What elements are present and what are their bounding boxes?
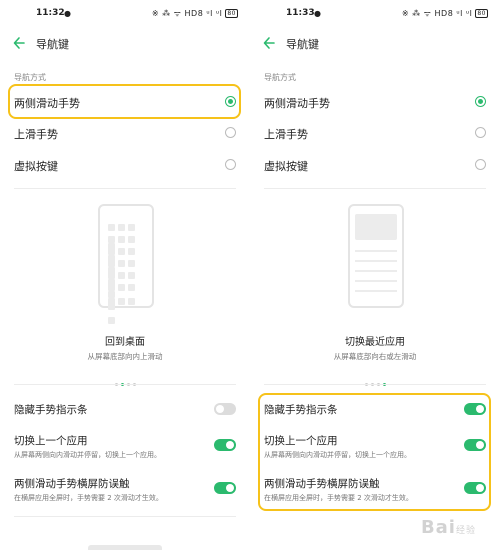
option-two-side-swipe[interactable]: 两侧滑动手势 <box>250 90 500 114</box>
setting-title: 切换上一个应用 <box>14 435 88 447</box>
setting-description: 在横屏应用全屏时，手势需要 2 次滑动才生效。 <box>264 494 413 502</box>
setting-switch-previous-app: 切换上一个应用 从屏幕两侧向内滑动并停留，切换上一个应用。 <box>0 433 250 469</box>
watermark-small: 经验 <box>455 526 476 536</box>
option-label: 虚拟按键 <box>14 160 58 173</box>
section-title: 导航方式 <box>264 73 296 82</box>
app-header: 导航键 <box>250 34 500 54</box>
status-bar: 11:32 ● ※ ⁂ ᯤ HD8 ᵘl ᵘl 80 <box>0 6 250 22</box>
setting-description: 从屏幕两侧向内滑动并停留，切换上一个应用。 <box>264 451 411 459</box>
setting-landscape-anti-mistouch: 两侧滑动手势横屏防误触 在横屏应用全屏时，手势需要 2 次滑动才生效。 <box>250 476 500 512</box>
signal-wifi-icons: ※ ⁂ ᯤ HD8 ᵘl ᵘl <box>151 9 223 18</box>
status-time: 11:33 <box>286 8 315 18</box>
preview-subcaption: 从屏幕底部向右或左滑动 <box>333 352 417 361</box>
option-label: 两侧滑动手势 <box>14 97 80 110</box>
page-title: 导航键 <box>36 38 69 51</box>
option-virtual-keys[interactable]: 虚拟按键 <box>250 153 500 177</box>
radio-unselected-icon[interactable] <box>225 159 236 170</box>
signal-wifi-icons: ※ ⁂ ᯤ HD8 ᵘl ᵘl <box>401 9 473 18</box>
divider <box>14 188 236 189</box>
status-icons: ※ ⁂ ᯤ HD8 ᵘl ᵘl 80 <box>402 8 488 19</box>
preview-caption: 回到桌面 <box>105 337 145 348</box>
setting-title: 隐藏手势指示条 <box>14 404 88 416</box>
phone-recents-preview-illustration <box>348 204 404 308</box>
battery-icon: 80 <box>225 9 238 18</box>
option-label: 上滑手势 <box>264 128 308 141</box>
landscape-anti-mistouch-toggle[interactable] <box>464 482 486 494</box>
notification-dot-icon: ● <box>64 9 71 18</box>
divider <box>14 516 236 517</box>
page-indicator <box>250 371 500 390</box>
option-two-side-swipe[interactable]: 两侧滑动手势 <box>0 90 250 114</box>
hide-gesture-bar-toggle[interactable] <box>214 403 236 415</box>
radio-selected-icon[interactable] <box>225 96 236 107</box>
radio-selected-icon[interactable] <box>475 96 486 107</box>
landscape-anti-mistouch-toggle[interactable] <box>214 482 236 494</box>
option-virtual-keys[interactable]: 虚拟按键 <box>0 153 250 177</box>
divider <box>264 188 486 189</box>
page-indicator <box>0 371 250 390</box>
watermark-text: Bai <box>420 517 456 538</box>
section-title: 导航方式 <box>14 73 46 82</box>
watermark-logo: Bai经验 <box>421 517 476 538</box>
arrow-left-icon[interactable] <box>12 34 28 52</box>
battery-icon: 80 <box>475 9 488 18</box>
option-label: 上滑手势 <box>14 128 58 141</box>
arrow-left-icon[interactable] <box>262 34 278 52</box>
setting-title: 隐藏手势指示条 <box>264 404 338 416</box>
divider <box>264 384 486 385</box>
setting-landscape-anti-mistouch: 两侧滑动手势横屏防误触 在横屏应用全屏时，手势需要 2 次滑动才生效。 <box>0 476 250 512</box>
app-header: 导航键 <box>0 34 250 54</box>
status-icons: ※ ⁂ ᯤ HD8 ᵘl ᵘl 80 <box>152 8 238 19</box>
setting-title: 两侧滑动手势横屏防误触 <box>264 478 380 490</box>
notification-dot-icon: ● <box>314 9 321 18</box>
preview-caption: 切换最近应用 <box>345 337 405 348</box>
option-swipe-up[interactable]: 上滑手势 <box>0 121 250 145</box>
hide-gesture-bar-toggle[interactable] <box>464 403 486 415</box>
setting-title: 切换上一个应用 <box>264 435 338 447</box>
option-label: 虚拟按键 <box>264 160 308 173</box>
phone-home-preview-illustration <box>98 204 154 324</box>
radio-unselected-icon[interactable] <box>475 127 486 138</box>
switch-previous-app-toggle[interactable] <box>464 439 486 451</box>
radio-unselected-icon[interactable] <box>475 159 486 170</box>
option-swipe-up[interactable]: 上滑手势 <box>250 121 500 145</box>
switch-previous-app-toggle[interactable] <box>214 439 236 451</box>
status-bar: 11:33 ● ※ ⁂ ᯤ HD8 ᵘl ᵘl 80 <box>250 6 500 22</box>
setting-title: 两侧滑动手势横屏防误触 <box>14 478 130 490</box>
setting-switch-previous-app: 切换上一个应用 从屏幕两侧向内滑动并停留，切换上一个应用。 <box>250 433 500 469</box>
setting-description: 从屏幕两侧向内滑动并停留，切换上一个应用。 <box>14 451 161 459</box>
setting-description: 在横屏应用全屏时，手势需要 2 次滑动才生效。 <box>14 494 163 502</box>
radio-unselected-icon[interactable] <box>225 127 236 138</box>
status-time: 11:32 <box>36 8 65 18</box>
right-screenshot: 11:33 ● ※ ⁂ ᯤ HD8 ᵘl ᵘl 80 导航键 导航方式 两侧滑动… <box>250 0 500 550</box>
preview-subcaption: 从屏幕底部向内上滑动 <box>87 352 163 361</box>
bottom-partial-element <box>88 545 162 550</box>
page-title: 导航键 <box>286 38 319 51</box>
option-label: 两侧滑动手势 <box>264 97 330 110</box>
divider <box>14 384 236 385</box>
left-screenshot: 11:32 ● ※ ⁂ ᯤ HD8 ᵘl ᵘl 80 导航键 导航方式 两侧滑动… <box>0 0 250 550</box>
